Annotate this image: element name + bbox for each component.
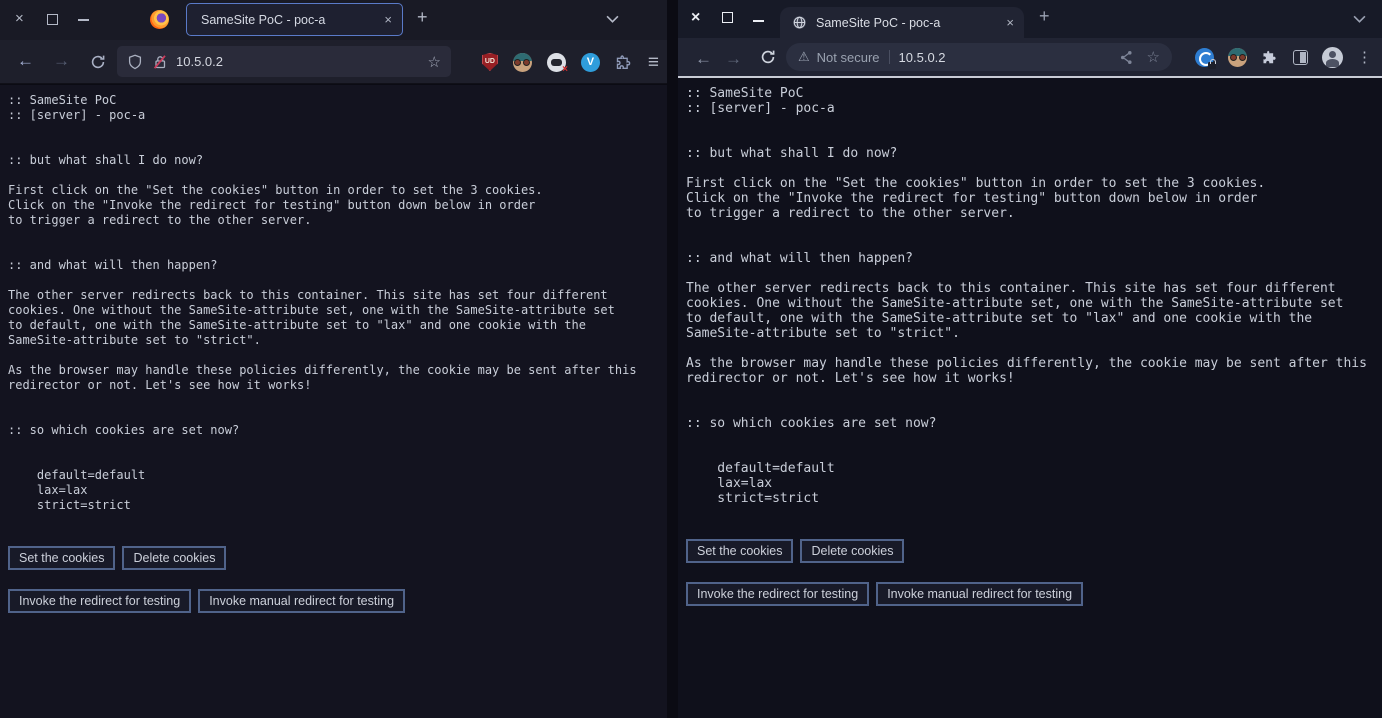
user-agent-spy-extension-icon[interactable] — [1228, 48, 1247, 67]
firefox-toolbar: ← → — [0, 40, 667, 84]
browser-tab[interactable]: SameSite PoC - poc-a × — [780, 7, 1024, 38]
bookmark-star-icon[interactable]: ☆ — [1147, 48, 1160, 66]
chrome-toolbar: ← → ⚠ Not secure 10.5.0.2 — [678, 38, 1382, 76]
app-menu-hamburger-icon[interactable]: ≡ — [648, 53, 659, 72]
invoke-redirect-button[interactable]: Invoke the redirect for testing — [686, 582, 869, 606]
window-close-button[interactable]: × — [15, 10, 24, 28]
reload-button[interactable] — [90, 54, 106, 70]
extensions-puzzle-icon[interactable] — [615, 53, 633, 71]
not-secure-warning-icon[interactable]: ⚠ — [798, 49, 810, 65]
globe-favicon — [792, 15, 807, 30]
chrome-menu-dots-icon[interactable]: ⋮ — [1357, 48, 1372, 66]
ublock-shield-extension-icon[interactable]: UD — [482, 53, 498, 71]
privacy-mask-extension-icon[interactable]: × — [547, 53, 566, 72]
security-label[interactable]: Not secure — [817, 50, 880, 65]
url-bar[interactable]: 10.5.0.2 ☆ — [117, 46, 451, 77]
desktop: × SameSite PoC - poc-a × + ← → — [0, 0, 1382, 718]
omnibox[interactable]: ⚠ Not secure 10.5.0.2 ☆ — [786, 43, 1172, 71]
list-all-tabs-icon[interactable] — [606, 15, 619, 23]
page-text: :: SameSite PoC :: [server] - poc-a :: b… — [686, 86, 1374, 506]
window-close-button[interactable]: × — [691, 8, 700, 28]
insecure-lock-icon[interactable] — [152, 54, 168, 70]
new-tab-button[interactable]: + — [1039, 6, 1050, 27]
page-text: :: SameSite PoC :: [server] - poc-a :: b… — [8, 93, 659, 513]
forward-button[interactable]: → — [53, 51, 70, 71]
profile-avatar[interactable] — [1322, 47, 1343, 68]
chrome-extension-area: ⋮ — [1195, 38, 1372, 76]
window-minimize-button[interactable] — [78, 19, 89, 21]
url-text[interactable]: 10.5.0.2 — [176, 54, 428, 69]
tab-title: SameSite PoC - poc-a — [201, 13, 376, 27]
firefox-window: × SameSite PoC - poc-a × + ← → — [0, 0, 667, 718]
new-tab-button[interactable]: + — [417, 7, 428, 28]
tab-search-chevron-icon[interactable] — [1353, 15, 1366, 23]
firefox-tabstrip: × SameSite PoC - poc-a × + — [0, 0, 667, 40]
browser-tab[interactable]: SameSite PoC - poc-a × — [186, 3, 403, 36]
extensions-puzzle-icon[interactable] — [1261, 48, 1279, 66]
window-maximize-button[interactable] — [47, 14, 58, 25]
back-button[interactable]: ← — [695, 49, 712, 69]
chrome-tabstrip: × SameSite PoC - poc-a × + — [678, 0, 1382, 38]
invoke-redirect-button[interactable]: Invoke the redirect for testing — [8, 589, 191, 613]
url-text[interactable]: 10.5.0.2 — [899, 50, 1119, 65]
page-content: :: SameSite PoC :: [server] - poc-a :: b… — [678, 78, 1382, 718]
tab-close-icon[interactable]: × — [1006, 15, 1014, 30]
window-minimize-button[interactable] — [753, 20, 764, 22]
set-cookies-button[interactable]: Set the cookies — [8, 546, 115, 570]
page-content: :: SameSite PoC :: [server] - poc-a :: b… — [0, 85, 667, 718]
omnibox-divider — [889, 50, 890, 64]
side-panel-icon[interactable] — [1293, 50, 1308, 65]
set-cookies-button[interactable]: Set the cookies — [686, 539, 793, 563]
invoke-manual-redirect-button[interactable]: Invoke manual redirect for testing — [198, 589, 405, 613]
window-maximize-button[interactable] — [722, 12, 733, 23]
tracking-protection-shield-icon[interactable] — [127, 54, 143, 70]
chrome-window: × SameSite PoC - poc-a × + — [678, 0, 1382, 718]
firefox-extension-area: UD × V ≡ — [482, 40, 659, 84]
back-button[interactable]: ← — [17, 51, 34, 71]
firefox-logo-icon — [150, 10, 169, 29]
invoke-manual-redirect-button[interactable]: Invoke manual redirect for testing — [876, 582, 1083, 606]
bookmark-star-icon[interactable]: ☆ — [428, 53, 441, 71]
privacy-lock-extension-icon[interactable] — [1195, 48, 1214, 67]
forward-button[interactable]: → — [725, 49, 742, 69]
delete-cookies-button[interactable]: Delete cookies — [800, 539, 904, 563]
user-agent-spy-extension-icon[interactable] — [513, 53, 532, 72]
delete-cookies-button[interactable]: Delete cookies — [122, 546, 226, 570]
reload-button[interactable] — [760, 49, 776, 65]
tab-title: SameSite PoC - poc-a — [816, 16, 1006, 30]
tab-close-icon[interactable]: × — [376, 12, 392, 27]
share-icon[interactable] — [1119, 50, 1134, 65]
v-extension-icon[interactable]: V — [581, 53, 600, 72]
